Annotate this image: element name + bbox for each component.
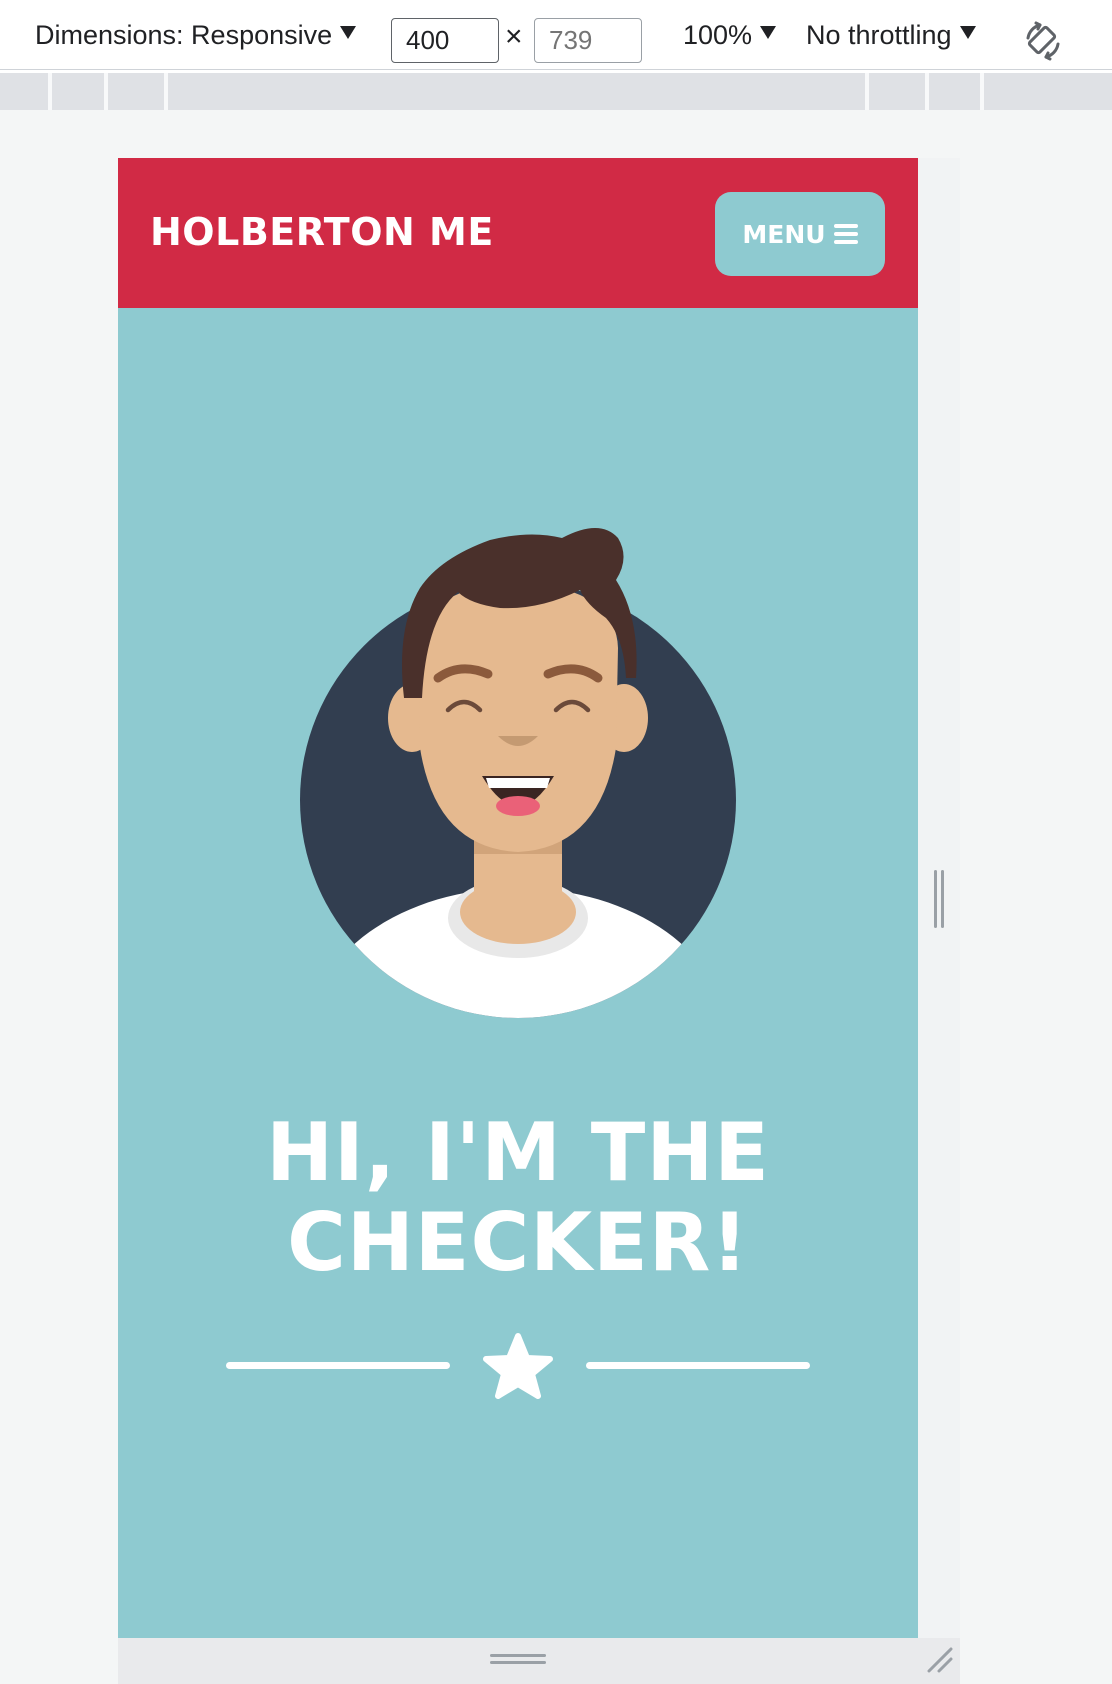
media-query-marker[interactable] (104, 73, 108, 110)
media-query-marker[interactable] (865, 73, 869, 110)
media-query-marker[interactable] (980, 73, 984, 110)
chevron-down-icon (959, 25, 976, 39)
dimensions-label: Dimensions: Responsive (35, 19, 333, 50)
dimensions-dropdown[interactable]: Dimensions: Responsive (35, 0, 357, 70)
media-query-bar (0, 73, 1112, 110)
media-query-marker[interactable] (164, 73, 168, 110)
divider-line-right (586, 1362, 810, 1369)
media-query-marker[interactable] (48, 73, 52, 110)
media-query-marker[interactable] (925, 73, 929, 110)
avatar-illustration (300, 528, 736, 1018)
hero-title: HI, I'M THE CHECKER! (118, 1108, 918, 1288)
menu-label: MENU (742, 219, 826, 249)
devtools-device-toolbar: Dimensions: Responsive × 100% No throttl… (0, 0, 1112, 70)
throttling-label: No throttling (806, 19, 952, 50)
menu-button[interactable]: MENU (715, 192, 885, 276)
corner-resize-icon[interactable] (925, 1645, 955, 1675)
zoom-label: 100% (683, 19, 753, 50)
hamburger-icon (833, 224, 858, 244)
zoom-dropdown[interactable]: 100% (683, 0, 777, 70)
rotate-icon[interactable] (1022, 20, 1064, 62)
bottom-resize-handle[interactable] (490, 1654, 546, 1664)
star-icon (483, 1333, 553, 1399)
right-resize-handle[interactable] (934, 870, 946, 928)
site-header: HOLBERTON ME MENU (118, 158, 918, 308)
times-symbol: × (505, 20, 523, 53)
chevron-down-icon (760, 25, 777, 39)
width-input[interactable] (391, 18, 499, 63)
star-divider (226, 1333, 810, 1399)
emulated-viewport: HOLBERTON ME MENU HI, I'M THE CHECKER! (118, 158, 918, 1638)
height-input[interactable] (534, 18, 642, 63)
hero-title-line: CHECKER! (287, 1196, 749, 1289)
hero-title-line: HI, I'M THE (266, 1106, 770, 1199)
throttling-dropdown[interactable]: No throttling (806, 0, 976, 70)
brand-logo-text[interactable]: HOLBERTON ME (150, 210, 494, 254)
chevron-down-icon (340, 25, 357, 39)
divider-line-left (226, 1362, 450, 1369)
